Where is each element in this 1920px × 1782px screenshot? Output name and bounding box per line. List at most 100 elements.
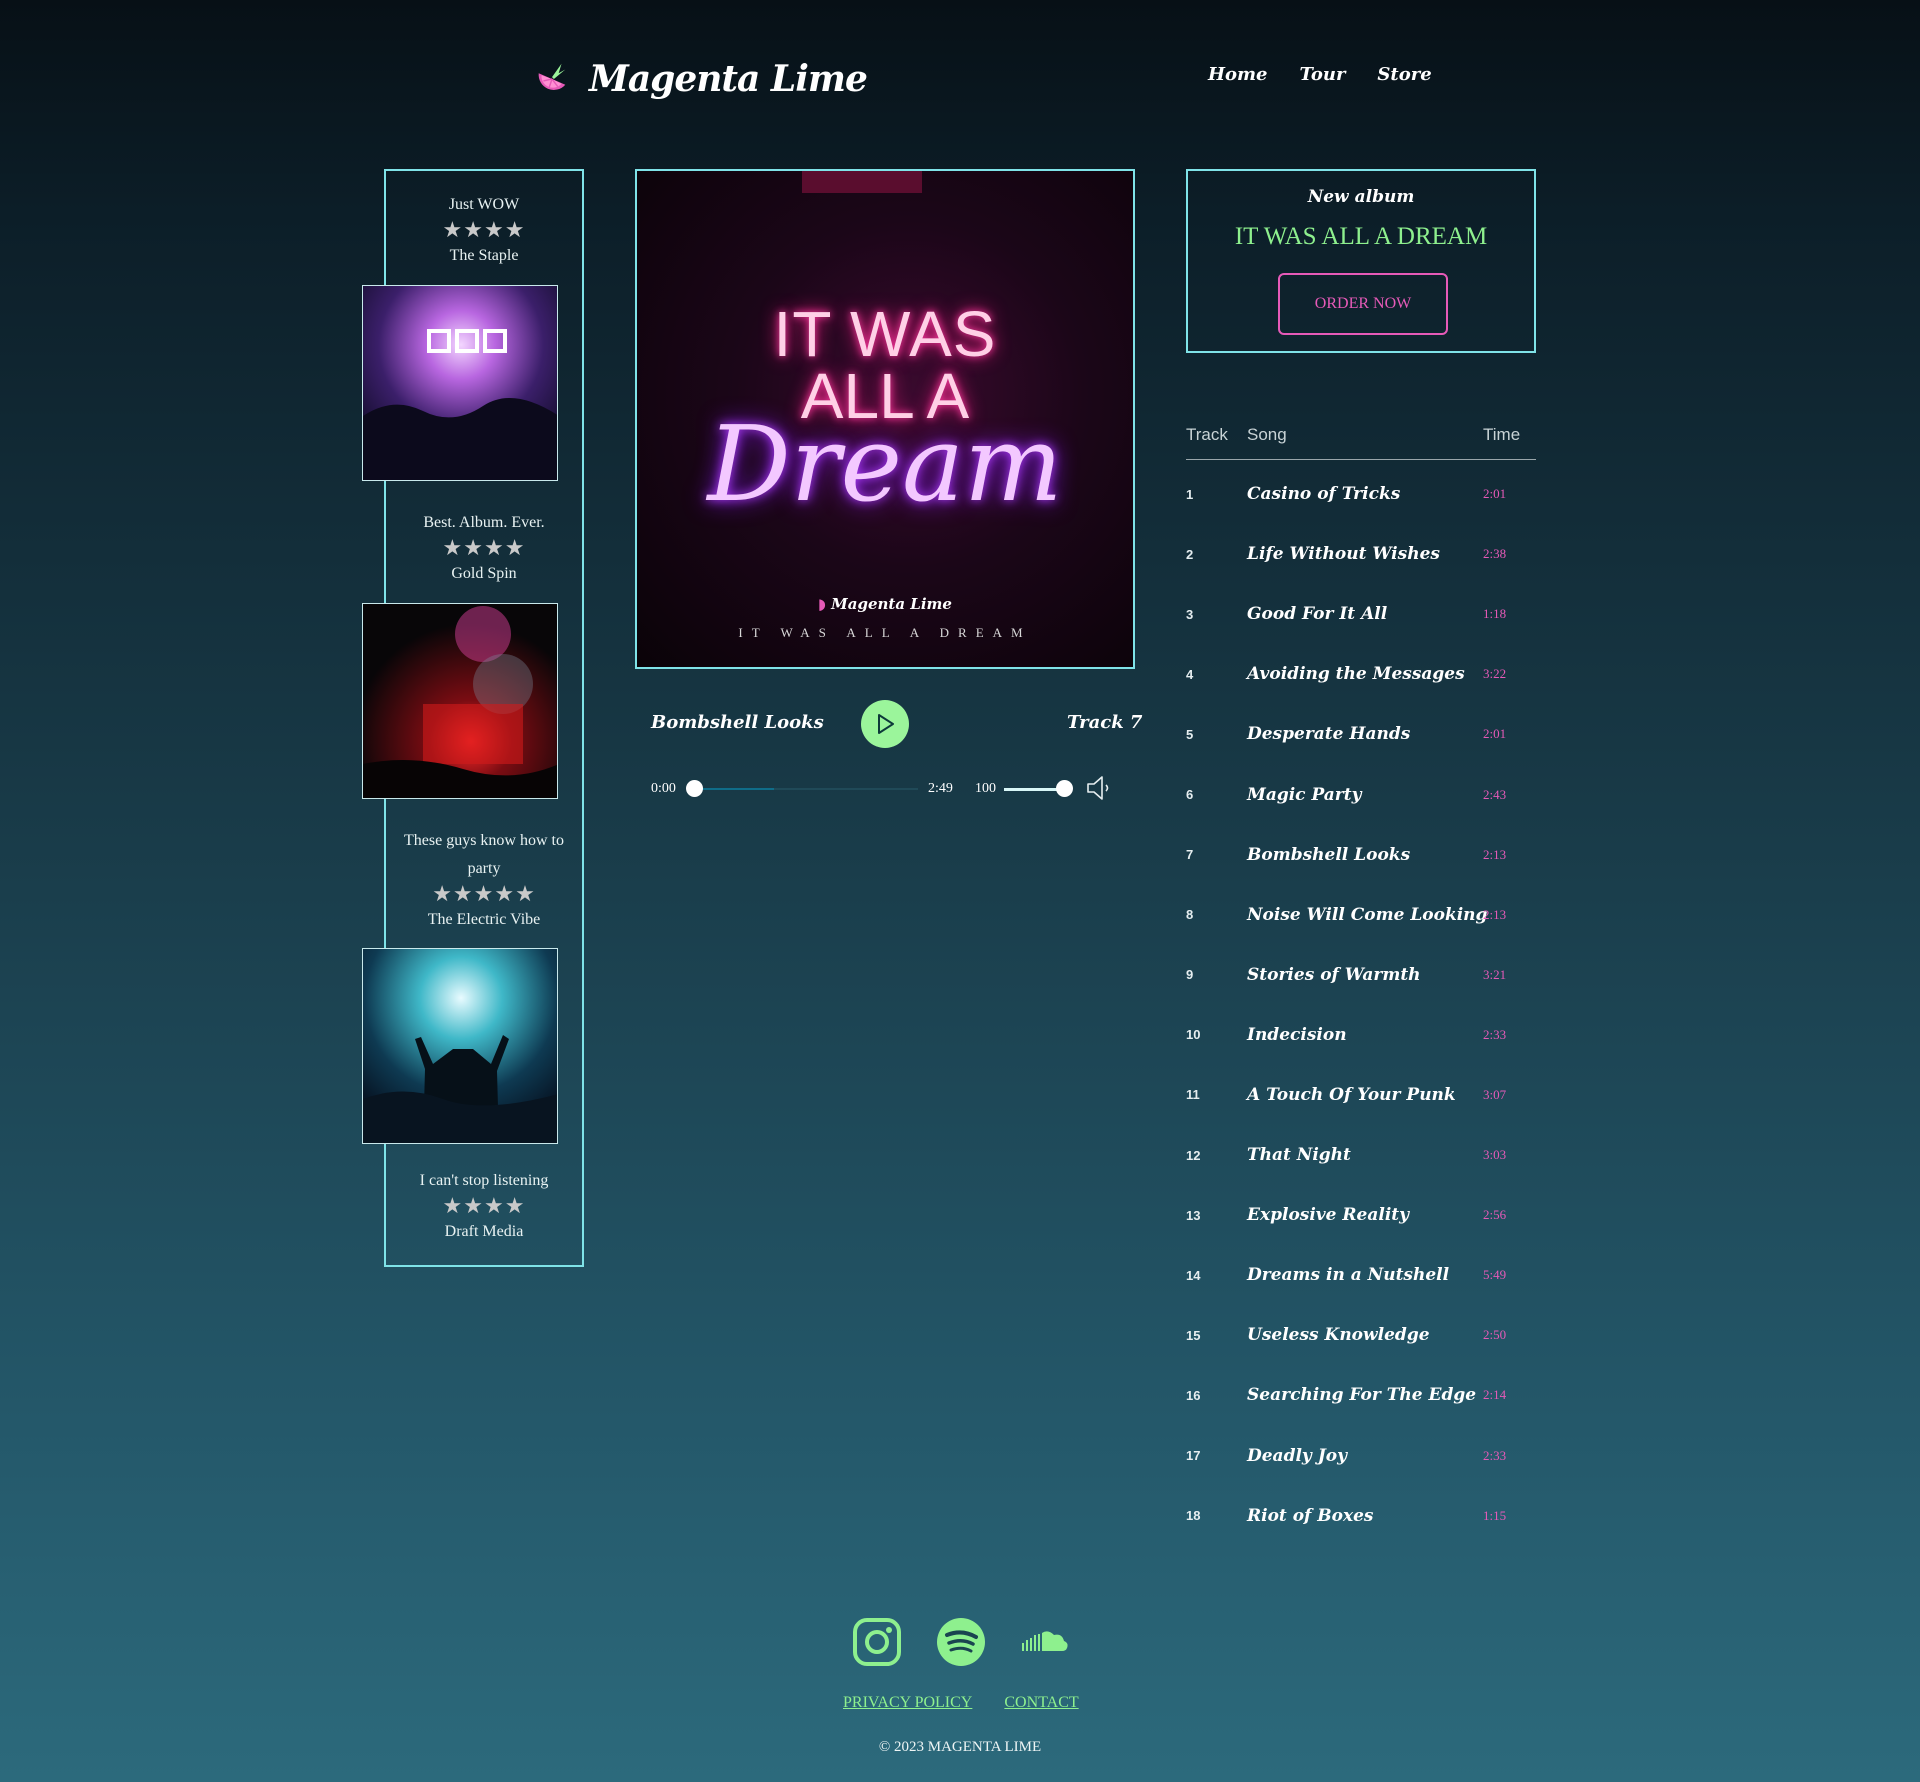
track-row[interactable]: 17 Deadly Joy 2:33 — [1186, 1426, 1536, 1486]
review-source: Draft Media — [444, 1223, 524, 1240]
site-logo[interactable]: Magenta Lime — [533, 58, 868, 100]
track-song-title[interactable]: A Touch Of Your Punk — [1247, 1085, 1483, 1105]
track-row[interactable]: 11 A Touch Of Your Punk 3:07 — [1186, 1065, 1536, 1125]
cover-neon-line-3: Dream — [707, 403, 1063, 525]
track-song-title[interactable]: Bombshell Looks — [1247, 845, 1483, 865]
track-row[interactable]: 8 Noise Will Come Looking 2:13 — [1186, 885, 1536, 945]
concert-photo-fireworks — [362, 603, 558, 799]
track-song-title[interactable]: Desperate Hands — [1247, 724, 1483, 744]
volume-handle[interactable] — [1056, 780, 1073, 797]
new-album-title: IT WAS ALL A DREAM — [1234, 223, 1488, 250]
track-song-title[interactable]: Good For It All — [1247, 604, 1483, 624]
track-song-title[interactable]: Stories of Warmth — [1247, 965, 1483, 985]
progress-slider[interactable] — [686, 780, 918, 797]
new-album-promo: New album IT WAS ALL A DREAM ORDER NOW — [1186, 169, 1536, 353]
track-number: 15 — [1186, 1327, 1201, 1343]
volume-slider[interactable] — [1004, 780, 1073, 797]
track-row[interactable]: 7 Bombshell Looks 2:13 — [1186, 825, 1536, 885]
track-row[interactable]: 14 Dreams in a Nutshell 5:49 — [1186, 1245, 1536, 1305]
track-row[interactable]: 1 Casino of Tricks 2:01 — [1186, 464, 1536, 524]
track-row[interactable]: 10 Indecision 2:33 — [1186, 1005, 1536, 1065]
track-song-title[interactable]: Dreams in a Nutshell — [1247, 1265, 1483, 1285]
review-stars: ★★★★ — [442, 218, 526, 243]
track-list: Track Song Time 1 Casino of Tricks 2:01 2 Li… — [1186, 410, 1536, 1546]
nav-tour[interactable]: Tour — [1300, 64, 1346, 85]
track-number: 1 — [1186, 486, 1194, 502]
site-brand-name: Magenta Lime — [589, 58, 868, 100]
concert-photo-crowd — [362, 948, 558, 1144]
track-time: 2:13 — [1483, 906, 1507, 922]
album-cover: IT WAS ALL A Dream ◗ Magenta Lime IT WAS… — [635, 169, 1135, 669]
track-song-title[interactable]: Noise Will Come Looking — [1247, 905, 1487, 925]
track-row[interactable]: 4 Avoiding the Messages 3:22 — [1186, 644, 1536, 704]
lime-slice-logo-icon — [538, 63, 566, 90]
track-number: 13 — [1186, 1207, 1201, 1223]
instagram-icon[interactable] — [852, 1617, 902, 1667]
progress-handle[interactable] — [686, 780, 703, 797]
review-card: Best. Album. Ever. ★★★★ Gold Spin — [386, 509, 582, 587]
track-rows: 1 Casino of Tricks 2:01 2 Life Without Wishe… — [1186, 460, 1536, 1546]
track-song-title[interactable]: Searching For The Edge — [1247, 1385, 1483, 1405]
track-row[interactable]: 15 Useless Knowledge 2:50 — [1186, 1305, 1536, 1365]
track-row[interactable]: 5 Desperate Hands 2:01 — [1186, 704, 1536, 764]
soundcloud-icon[interactable] — [1020, 1617, 1070, 1667]
nav-home[interactable]: Home — [1208, 64, 1268, 85]
track-song-title[interactable]: Avoiding the Messages — [1247, 664, 1483, 684]
track-song-title[interactable]: Riot of Boxes — [1247, 1506, 1483, 1526]
track-row[interactable]: 3 Good For It All 1:18 — [1186, 584, 1536, 644]
main-nav: Home Tour Store — [1208, 64, 1432, 85]
track-time: 1:18 — [1483, 606, 1507, 622]
reviews-panel: Just WOW ★★★★ The Staple Best. Album. Ev… — [362, 169, 584, 1267]
track-time: 2:33 — [1483, 1447, 1507, 1463]
track-time: 2:50 — [1483, 1327, 1507, 1343]
track-song-title[interactable]: Useless Knowledge — [1247, 1325, 1483, 1345]
speaker-icon[interactable] — [1085, 773, 1113, 803]
track-time: 2:43 — [1483, 786, 1507, 802]
track-row[interactable]: 12 That Night 3:03 — [1186, 1125, 1536, 1185]
track-song-title[interactable]: That Night — [1247, 1145, 1483, 1165]
track-row[interactable]: 6 Magic Party 2:43 — [1186, 764, 1536, 824]
cover-brand: ◗ Magenta Lime — [637, 595, 1133, 613]
concert-photo-lights — [362, 285, 558, 481]
track-number: 7 — [1186, 847, 1194, 863]
review-source: The Electric Vibe — [427, 911, 541, 927]
track-song-title[interactable]: Indecision — [1247, 1025, 1483, 1045]
review-card: These guys know how to party ★★★★★ The E… — [386, 827, 582, 927]
track-row[interactable]: 9 Stories of Warmth 3:21 — [1186, 945, 1536, 1005]
order-now-button[interactable]: ORDER NOW — [1278, 273, 1448, 335]
track-song-title[interactable]: Casino of Tricks — [1247, 484, 1483, 504]
nav-store[interactable]: Store — [1377, 64, 1431, 85]
player-track-number: Track 7 — [1067, 712, 1143, 733]
track-row[interactable]: 16 Searching For The Edge 2:14 — [1186, 1365, 1536, 1425]
header-time: Time — [1483, 424, 1521, 444]
track-number: 18 — [1186, 1508, 1201, 1524]
spotify-icon[interactable] — [936, 1617, 986, 1667]
new-album-label: New album — [1307, 187, 1415, 207]
track-song-title[interactable]: Life Without Wishes — [1247, 544, 1483, 564]
cover-logo-icon: ◗ — [818, 595, 826, 613]
track-song-title[interactable]: Deadly Joy — [1247, 1446, 1483, 1466]
review-card: Just WOW ★★★★ The Staple — [386, 191, 582, 269]
track-row[interactable]: 18 Riot of Boxes 1:15 — [1186, 1486, 1536, 1546]
contact-link[interactable]: CONTACT — [1004, 1694, 1078, 1712]
track-time: 2:38 — [1483, 546, 1507, 562]
track-number: 9 — [1186, 967, 1194, 983]
track-number: 12 — [1186, 1147, 1201, 1163]
play-icon — [878, 714, 894, 734]
track-song-title[interactable]: Magic Party — [1247, 785, 1483, 805]
review-stars: ★★★★ — [442, 1194, 526, 1219]
play-button[interactable] — [861, 700, 909, 748]
time-current: 0:00 — [651, 781, 676, 796]
track-number: 3 — [1186, 606, 1194, 622]
track-song-title[interactable]: Explosive Reality — [1247, 1205, 1483, 1225]
privacy-policy-link[interactable]: PRIVACY POLICY — [843, 1694, 972, 1712]
player-song-title: Bombshell Looks — [651, 712, 824, 733]
track-number: 14 — [1186, 1267, 1201, 1283]
track-row[interactable]: 13 Explosive Reality 2:56 — [1186, 1185, 1536, 1245]
track-number: 10 — [1186, 1027, 1201, 1043]
header-track: Track — [1186, 424, 1228, 444]
track-time: 3:21 — [1483, 966, 1507, 982]
track-time: 2:33 — [1483, 1026, 1507, 1042]
track-row[interactable]: 2 Life Without Wishes 2:38 — [1186, 524, 1536, 584]
track-time: 5:49 — [1483, 1267, 1507, 1283]
